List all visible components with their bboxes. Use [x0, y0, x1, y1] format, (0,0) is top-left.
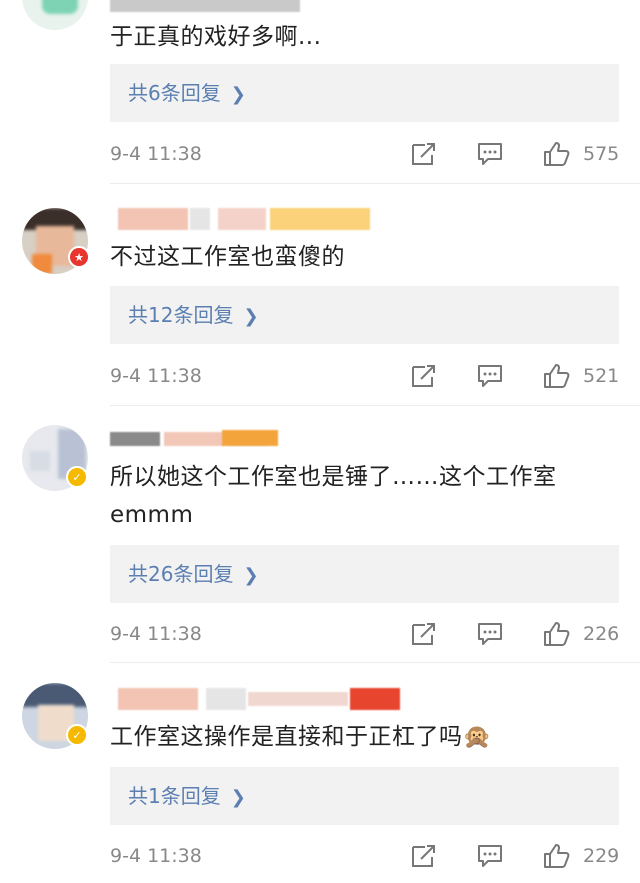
view-replies-button[interactable]: 共12条回复 ❯	[110, 286, 619, 344]
share-icon[interactable]	[410, 621, 438, 647]
verified-badge-icon: ✓	[66, 724, 88, 746]
timestamp: 9-4 11:38	[110, 845, 202, 867]
timestamp: 9-4 11:38	[110, 623, 202, 645]
replies-count: 共26条回复	[128, 562, 234, 586]
comment-footer: 9-4 11:38 226	[110, 619, 620, 649]
timestamp: 9-4 11:38	[110, 143, 202, 165]
like-count: 521	[583, 365, 620, 387]
share-icon[interactable]	[410, 843, 438, 869]
thumbs-up-icon[interactable]	[543, 843, 571, 869]
comment-text: 所以她这个工作室也是锤了……这个工作室emmm	[110, 464, 557, 528]
chevron-right-icon: ❯	[230, 84, 246, 105]
view-replies-button[interactable]: 共1条回复 ❯	[110, 767, 619, 825]
view-replies-button[interactable]: 共6条回复 ❯	[110, 64, 619, 122]
comment-footer: 9-4 11:38 521	[110, 361, 620, 391]
chevron-right-icon: ❯	[243, 306, 259, 327]
replies-count: 共1条回复	[128, 784, 221, 808]
share-icon[interactable]	[410, 141, 438, 167]
chevron-right-icon: ❯	[230, 787, 246, 808]
chevron-right-icon: ❯	[243, 565, 259, 586]
replies-count: 共12条回复	[128, 303, 234, 327]
thumbs-up-icon[interactable]	[543, 621, 571, 647]
divider	[110, 405, 640, 406]
thumbs-up-icon[interactable]	[543, 141, 571, 167]
comment-icon[interactable]	[476, 363, 504, 389]
verified-badge-icon: ✓	[66, 466, 88, 488]
share-icon[interactable]	[410, 363, 438, 389]
verified-badge-icon: ★	[68, 246, 90, 268]
like-count: 229	[583, 845, 620, 867]
like-count: 226	[583, 623, 620, 645]
comment-icon[interactable]	[476, 621, 504, 647]
timestamp: 9-4 11:38	[110, 365, 202, 387]
comment-text: 于正真的戏好多啊...	[110, 24, 322, 50]
avatar[interactable]	[22, 0, 88, 30]
thumbs-up-icon[interactable]	[543, 363, 571, 389]
divider	[110, 183, 640, 184]
comment-text: 工作室这操作是直接和于正杠了吗🙊	[110, 724, 492, 750]
comment-icon[interactable]	[476, 843, 504, 869]
comment-footer: 9-4 11:38 575	[110, 139, 620, 169]
comment-footer: 9-4 11:38 229	[110, 841, 620, 871]
replies-count: 共6条回复	[128, 81, 221, 105]
comment-icon[interactable]	[476, 141, 504, 167]
like-count: 575	[583, 143, 620, 165]
divider	[110, 662, 640, 663]
comment-text: 不过这工作室也蛮傻的	[110, 244, 345, 270]
view-replies-button[interactable]: 共26条回复 ❯	[110, 545, 619, 603]
